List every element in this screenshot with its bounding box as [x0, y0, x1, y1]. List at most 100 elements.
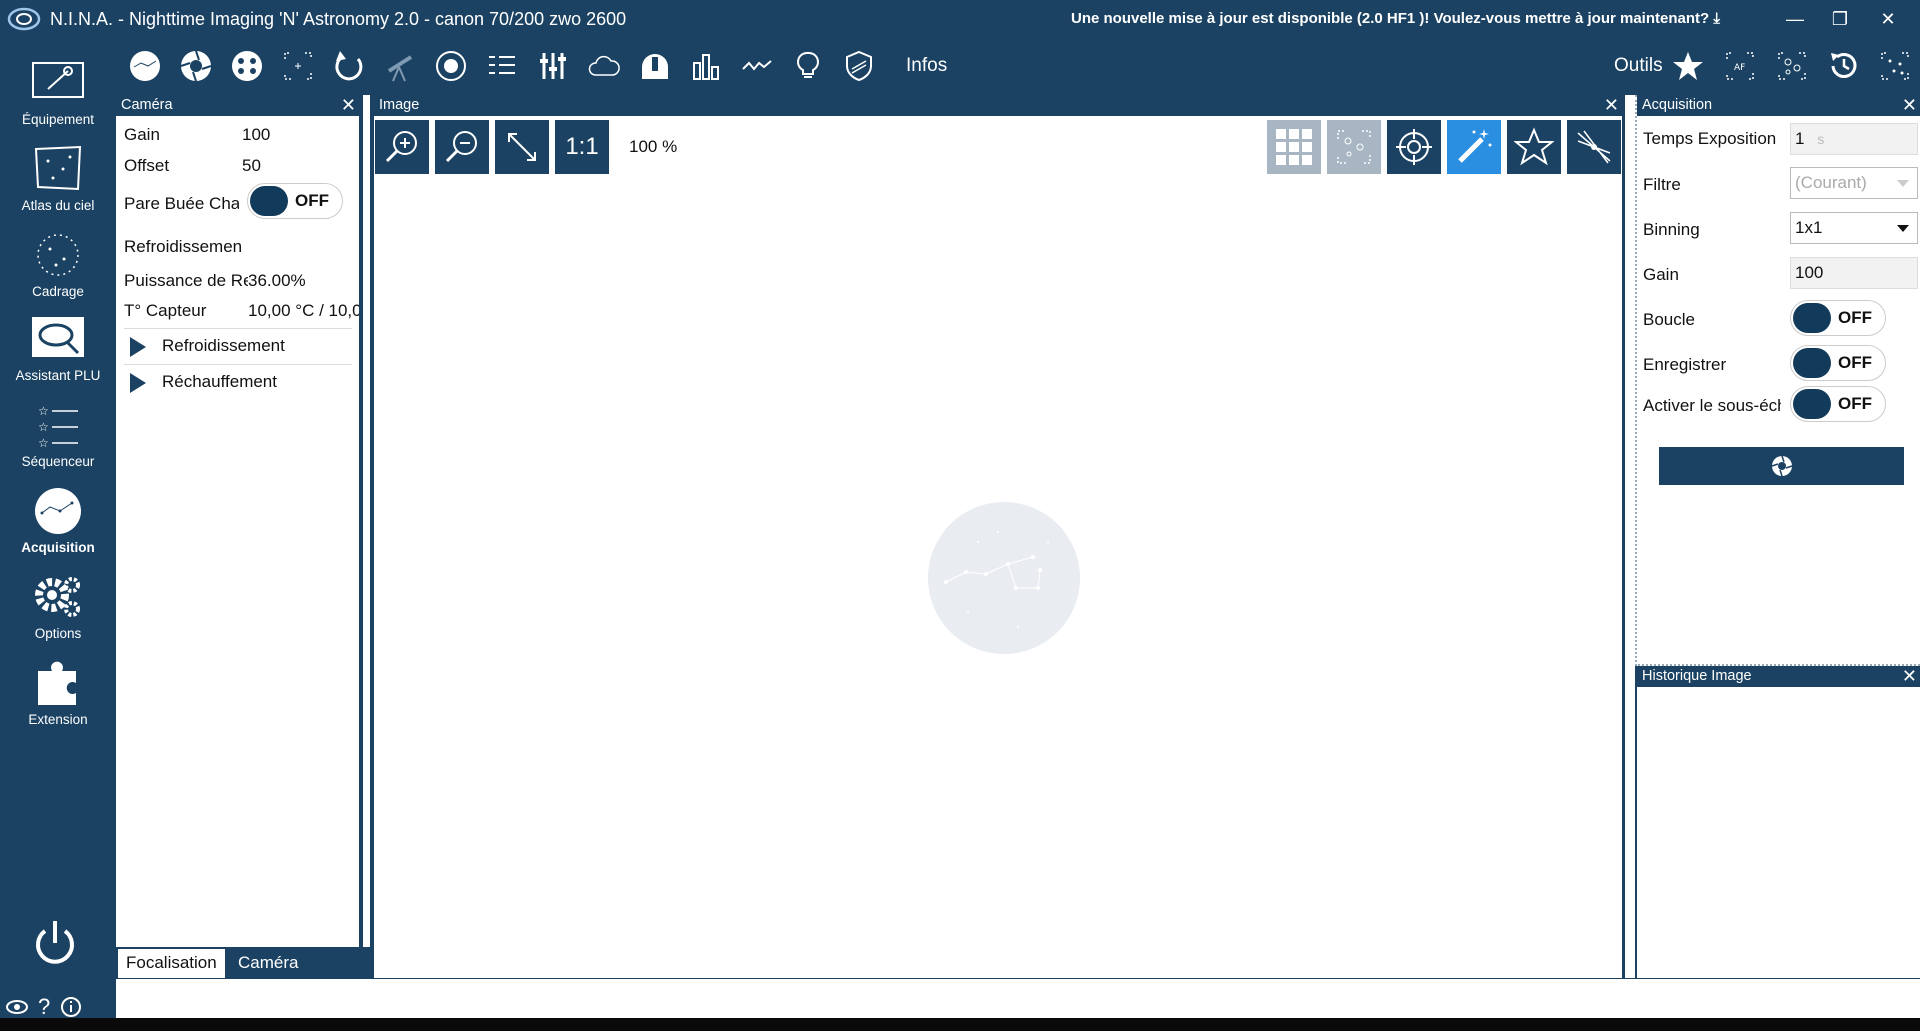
maximize-button[interactable]: ❐ [1820, 6, 1860, 32]
dew-heater-toggle[interactable]: OFF [247, 183, 343, 219]
tool-switch[interactable] [534, 47, 572, 85]
sequencer-icon: ☆ ☆ ☆ [38, 404, 78, 450]
minimize-button[interactable]: — [1775, 6, 1815, 32]
info-label[interactable]: Infos [906, 55, 947, 77]
left-dock-tabs: Focalisation Caméra [116, 947, 370, 978]
sidebar-item-sequencer[interactable]: ☆ ☆ ☆ Séquenceur [0, 399, 116, 479]
fit-to-screen-button[interactable] [495, 120, 549, 174]
eye-icon[interactable] [6, 999, 28, 1015]
tool-history[interactable] [1825, 47, 1863, 85]
star-annotations-button[interactable] [1507, 120, 1561, 174]
sidebar-item-equipment[interactable]: Équipement [0, 57, 116, 137]
sidebar-item-label: Séquenceur [21, 454, 95, 469]
camera-panel: Caméra ✕ Gain 100 Offset 50 Pare Buée Chau… [116, 95, 363, 947]
filter-select[interactable]: (Courant) [1790, 167, 1918, 199]
subsample-toggle[interactable]: OFF [1790, 386, 1886, 422]
start-capture-button[interactable] [1659, 447, 1904, 485]
tab-focus[interactable]: Focalisation [118, 949, 225, 978]
download-icon[interactable]: ⤓ [1713, 10, 1720, 27]
zoom-out-button[interactable] [435, 120, 489, 174]
toggle-state: OFF [1838, 353, 1872, 372]
exposure-label: Temps Exposition [1643, 129, 1777, 148]
tool-dome[interactable] [636, 47, 674, 85]
main-sidebar: Équipement Atlas du ciel Cadrage Assista… [0, 37, 116, 1031]
one-to-one-button[interactable]: 1:1 [555, 120, 609, 174]
tool-rotator[interactable] [330, 47, 368, 85]
taskbar-strip [0, 1018, 1920, 1031]
lightbulb-icon [797, 51, 819, 78]
tool-flat-device[interactable] [789, 47, 827, 85]
binning-select[interactable]: 1x1 [1790, 212, 1918, 244]
camera-panel-header: Caméra ✕ [116, 95, 359, 116]
loop-label: Boucle [1643, 310, 1695, 329]
window-title: N.I.N.A. - Nighttime Imaging 'N' Astrono… [50, 9, 627, 29]
rotate-icon [335, 51, 363, 81]
sidebar-item-flat-wizard[interactable]: Assistant PLU [0, 313, 116, 393]
tool-focuser[interactable] [279, 47, 317, 85]
update-notification[interactable]: Une nouvelle mise à jour est disponible … [1071, 10, 1720, 27]
update-text[interactable]: Une nouvelle mise à jour est disponible … [1071, 10, 1709, 27]
close-icon[interactable]: ✕ [341, 95, 356, 115]
power-icon[interactable] [30, 917, 80, 969]
info-icon[interactable] [60, 996, 82, 1018]
warming-expander[interactable]: Réchauffement [124, 364, 352, 398]
exposure-unit: s [1817, 131, 1825, 147]
sidebar-item-imaging[interactable]: Acquisition [0, 485, 116, 565]
tool-sky[interactable] [126, 47, 164, 85]
close-window-button[interactable]: ✕ [1868, 6, 1908, 32]
star-icon [1673, 52, 1703, 80]
shield-icon [846, 50, 872, 82]
tool-star-analysis[interactable] [1669, 47, 1707, 85]
toggle-knob [1793, 303, 1831, 333]
crosshair-grid-button[interactable] [1267, 120, 1321, 174]
close-icon[interactable]: ✕ [1604, 95, 1619, 115]
tool-weather[interactable] [585, 47, 623, 85]
tool-guide-graph[interactable] [738, 47, 776, 85]
svg-text:AF: AF [1734, 63, 1745, 73]
panel-title: Caméra [121, 97, 173, 113]
cooling-row: Refroidissement [124, 237, 242, 257]
panel-title: Image [379, 97, 420, 113]
offset-row: Offset 50 [124, 156, 261, 176]
sidebar-item-plugins[interactable]: Extension [0, 657, 116, 737]
acquisition-panel: Acquisition ✕ Temps Exposition 1 s Filtr… [1635, 95, 1920, 666]
sidebar-item-sky-atlas[interactable]: Atlas du ciel [0, 143, 116, 223]
exposure-input[interactable]: 1 s [1790, 123, 1918, 155]
cooling-expander[interactable]: Refroidissement [124, 328, 352, 362]
tool-autofocus[interactable]: AF [1721, 47, 1759, 85]
tool-filter-wheel[interactable] [228, 47, 266, 85]
tool-camera[interactable] [177, 47, 215, 85]
bahtinov-button[interactable] [1567, 120, 1621, 174]
tool-guider[interactable] [432, 47, 470, 85]
save-toggle[interactable]: OFF [1790, 345, 1886, 381]
imaging-icon [35, 488, 81, 534]
tool-sequence[interactable] [483, 47, 521, 85]
sensor-temp-value: 10,00 °C / 10,00 °C [248, 301, 359, 320]
gears-icon [35, 577, 80, 617]
tool-star-detection[interactable] [1773, 47, 1811, 85]
bar-chart-icon [693, 54, 719, 80]
crosshair-button[interactable] [1387, 120, 1441, 174]
cooler-power-value: 36.00% [248, 271, 306, 290]
tool-telescope[interactable] [381, 47, 419, 85]
expand-arrow-icon [130, 373, 146, 393]
close-icon[interactable]: ✕ [1902, 666, 1917, 686]
zoom-in-button[interactable] [375, 120, 429, 174]
tool-plate-solve[interactable] [1876, 47, 1914, 85]
gain-value: 100 [242, 125, 271, 144]
gain-input[interactable]: 100 [1790, 257, 1918, 289]
line-graph-icon [742, 60, 772, 71]
close-icon[interactable]: ✕ [1902, 95, 1917, 115]
help-icon[interactable]: ? [38, 994, 50, 1020]
tool-safety-monitor[interactable] [840, 47, 878, 85]
loop-toggle[interactable]: OFF [1790, 300, 1886, 336]
tool-hfr-history[interactable] [687, 47, 725, 85]
sidebar-item-framing[interactable]: Cadrage [0, 229, 116, 309]
sidebar-item-options[interactable]: Options [0, 571, 116, 651]
tab-camera[interactable]: Caméra [230, 949, 306, 978]
detect-stars-button[interactable] [1327, 120, 1381, 174]
binning-value: 1x1 [1795, 218, 1823, 237]
auto-stretch-button[interactable] [1447, 120, 1501, 174]
magic-wand-icon [1458, 129, 1492, 163]
history-panel-header: Historique Image ✕ [1637, 666, 1920, 687]
